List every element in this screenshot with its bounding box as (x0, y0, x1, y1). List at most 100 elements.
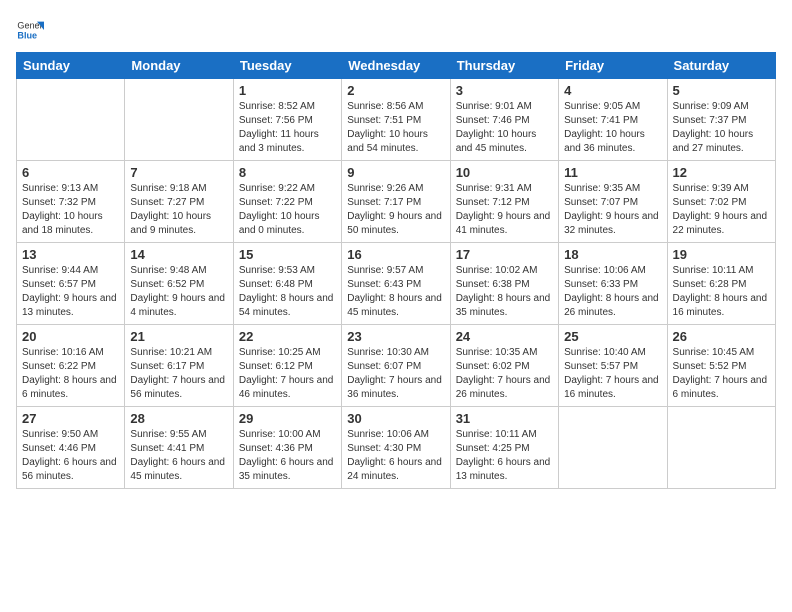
day-number: 16 (347, 247, 444, 262)
calendar-cell: 21Sunrise: 10:21 AM Sunset: 6:17 PM Dayl… (125, 325, 233, 407)
calendar-week-3: 13 Sunrise: 9:44 AM Sunset: 6:57 PM Dayli… (17, 243, 776, 325)
day-info: Sunrise: 9:57 AM Sunset: 6:43 PM Dayligh… (347, 264, 444, 320)
calendar-cell: 15 Sunrise: 9:53 AM Sunset: 6:48 PM Dayli… (233, 243, 341, 325)
day-number: 21 (130, 329, 227, 344)
day-number: 14 (130, 247, 227, 262)
day-info: Sunrise: 10:45 AM Sunset: 5:52 PM Daylig… (673, 346, 770, 402)
day-info: Sunrise: 9:05 AM Sunset: 7:41 PM Dayligh… (564, 100, 661, 156)
calendar-cell: 2 Sunrise: 8:56 AM Sunset: 7:51 PM Daylig… (342, 79, 450, 161)
calendar-cell: 9 Sunrise: 9:26 AM Sunset: 7:17 PM Daylig… (342, 161, 450, 243)
day-info: Sunrise: 9:55 AM Sunset: 4:41 PM Dayligh… (130, 428, 227, 484)
calendar-cell: 10Sunrise: 9:31 AM Sunset: 7:12 PM Dayli… (450, 161, 558, 243)
day-info: Sunrise: 9:44 AM Sunset: 6:57 PM Dayligh… (22, 264, 119, 320)
calendar-cell: 27 Sunrise: 9:50 AM Sunset: 4:46 PM Dayli… (17, 407, 125, 489)
day-info: Sunrise: 9:01 AM Sunset: 7:46 PM Dayligh… (456, 100, 553, 156)
calendar-cell: 25 Sunrise: 10:40 AM Sunset: 5:57 PM Dayl… (559, 325, 667, 407)
day-info: Sunrise: 10:25 AM Sunset: 6:12 PM Daylig… (239, 346, 336, 402)
col-header-monday: Monday (125, 53, 233, 79)
logo[interactable]: General Blue (16, 16, 44, 44)
calendar-header-row: SundayMondayTuesdayWednesdayThursdayFrid… (17, 53, 776, 79)
calendar-cell: 4 Sunrise: 9:05 AM Sunset: 7:41 PM Daylig… (559, 79, 667, 161)
calendar-cell: 20 Sunrise: 10:16 AM Sunset: 6:22 PM Dayl… (17, 325, 125, 407)
day-number: 17 (456, 247, 553, 262)
day-info: Sunrise: 9:22 AM Sunset: 7:22 PM Dayligh… (239, 182, 336, 238)
day-info: Sunrise: 10:06 AM Sunset: 6:33 PM Daylig… (564, 264, 661, 320)
day-number: 6 (22, 165, 119, 180)
calendar-cell: 6 Sunrise: 9:13 AM Sunset: 7:32 PM Daylig… (17, 161, 125, 243)
day-number: 11 (564, 165, 661, 180)
calendar-cell (125, 79, 233, 161)
day-info: Sunrise: 9:53 AM Sunset: 6:48 PM Dayligh… (239, 264, 336, 320)
calendar-cell: 18 Sunrise: 10:06 AM Sunset: 6:33 PM Dayl… (559, 243, 667, 325)
day-number: 12 (673, 165, 770, 180)
col-header-saturday: Saturday (667, 53, 775, 79)
calendar-cell: 24 Sunrise: 10:35 AM Sunset: 6:02 PM Dayl… (450, 325, 558, 407)
day-number: 13 (22, 247, 119, 262)
calendar-cell: 1 Sunrise: 8:52 AM Sunset: 7:56 PM Daylig… (233, 79, 341, 161)
day-info: Sunrise: 8:56 AM Sunset: 7:51 PM Dayligh… (347, 100, 444, 156)
col-header-tuesday: Tuesday (233, 53, 341, 79)
day-info: Sunrise: 10:06 AM Sunset: 4:30 PM Daylig… (347, 428, 444, 484)
day-info: Sunrise: 10:30 AM Sunset: 6:07 PM Daylig… (347, 346, 444, 402)
calendar-cell: 19 Sunrise: 10:11 AM Sunset: 6:28 PM Dayl… (667, 243, 775, 325)
day-number: 29 (239, 411, 336, 426)
day-number: 9 (347, 165, 444, 180)
day-number: 26 (673, 329, 770, 344)
day-info: Sunrise: 10:02 AM Sunset: 6:38 PM Daylig… (456, 264, 553, 320)
day-number: 19 (673, 247, 770, 262)
day-info: Sunrise: 10:11 AM Sunset: 4:25 PM Daylig… (456, 428, 553, 484)
day-info: Sunrise: 9:13 AM Sunset: 7:32 PM Dayligh… (22, 182, 119, 238)
calendar-cell: 22 Sunrise: 10:25 AM Sunset: 6:12 PM Dayl… (233, 325, 341, 407)
day-info: Sunrise: 9:50 AM Sunset: 4:46 PM Dayligh… (22, 428, 119, 484)
calendar-cell: 3 Sunrise: 9:01 AM Sunset: 7:46 PM Daylig… (450, 79, 558, 161)
day-number: 4 (564, 83, 661, 98)
day-number: 20 (22, 329, 119, 344)
day-info: Sunrise: 9:26 AM Sunset: 7:17 PM Dayligh… (347, 182, 444, 238)
calendar-cell: 16 Sunrise: 9:57 AM Sunset: 6:43 PM Dayli… (342, 243, 450, 325)
page-header: General Blue (16, 16, 776, 44)
day-info: Sunrise: 10:16 AM Sunset: 6:22 PM Daylig… (22, 346, 119, 402)
calendar-week-2: 6 Sunrise: 9:13 AM Sunset: 7:32 PM Daylig… (17, 161, 776, 243)
day-number: 2 (347, 83, 444, 98)
calendar-cell: 5 Sunrise: 9:09 AM Sunset: 7:37 PM Daylig… (667, 79, 775, 161)
logo-icon: General Blue (16, 16, 44, 44)
col-header-wednesday: Wednesday (342, 53, 450, 79)
day-number: 23 (347, 329, 444, 344)
calendar-week-1: 1 Sunrise: 8:52 AM Sunset: 7:56 PM Daylig… (17, 79, 776, 161)
day-number: 3 (456, 83, 553, 98)
day-info: Sunrise: 9:18 AM Sunset: 7:27 PM Dayligh… (130, 182, 227, 238)
day-info: Sunrise: 10:00 AM Sunset: 4:36 PM Daylig… (239, 428, 336, 484)
day-number: 27 (22, 411, 119, 426)
day-info: Sunrise: 8:52 AM Sunset: 7:56 PM Dayligh… (239, 100, 336, 156)
calendar-cell: 14 Sunrise: 9:48 AM Sunset: 6:52 PM Dayli… (125, 243, 233, 325)
day-number: 28 (130, 411, 227, 426)
day-info: Sunrise: 9:35 AM Sunset: 7:07 PM Dayligh… (564, 182, 661, 238)
calendar-week-5: 27 Sunrise: 9:50 AM Sunset: 4:46 PM Dayli… (17, 407, 776, 489)
day-number: 1 (239, 83, 336, 98)
calendar-week-4: 20 Sunrise: 10:16 AM Sunset: 6:22 PM Dayl… (17, 325, 776, 407)
day-number: 10 (456, 165, 553, 180)
day-number: 5 (673, 83, 770, 98)
day-number: 31 (456, 411, 553, 426)
day-info: Sunrise: 10:35 AM Sunset: 6:02 PM Daylig… (456, 346, 553, 402)
day-number: 7 (130, 165, 227, 180)
calendar-cell: 7 Sunrise: 9:18 AM Sunset: 7:27 PM Daylig… (125, 161, 233, 243)
calendar-cell (667, 407, 775, 489)
calendar-cell: 28 Sunrise: 9:55 AM Sunset: 4:41 PM Dayli… (125, 407, 233, 489)
day-info: Sunrise: 10:11 AM Sunset: 6:28 PM Daylig… (673, 264, 770, 320)
calendar-cell: 13 Sunrise: 9:44 AM Sunset: 6:57 PM Dayli… (17, 243, 125, 325)
day-info: Sunrise: 9:48 AM Sunset: 6:52 PM Dayligh… (130, 264, 227, 320)
day-number: 24 (456, 329, 553, 344)
day-info: Sunrise: 9:09 AM Sunset: 7:37 PM Dayligh… (673, 100, 770, 156)
calendar-cell: 8Sunrise: 9:22 AM Sunset: 7:22 PM Daylig… (233, 161, 341, 243)
calendar-cell: 30Sunrise: 10:06 AM Sunset: 4:30 PM Dayl… (342, 407, 450, 489)
day-info: Sunrise: 10:40 AM Sunset: 5:57 PM Daylig… (564, 346, 661, 402)
day-number: 15 (239, 247, 336, 262)
day-number: 18 (564, 247, 661, 262)
day-number: 25 (564, 329, 661, 344)
calendar-cell: 31 Sunrise: 10:11 AM Sunset: 4:25 PM Dayl… (450, 407, 558, 489)
svg-text:Blue: Blue (17, 30, 37, 40)
day-number: 22 (239, 329, 336, 344)
calendar-cell (17, 79, 125, 161)
col-header-friday: Friday (559, 53, 667, 79)
